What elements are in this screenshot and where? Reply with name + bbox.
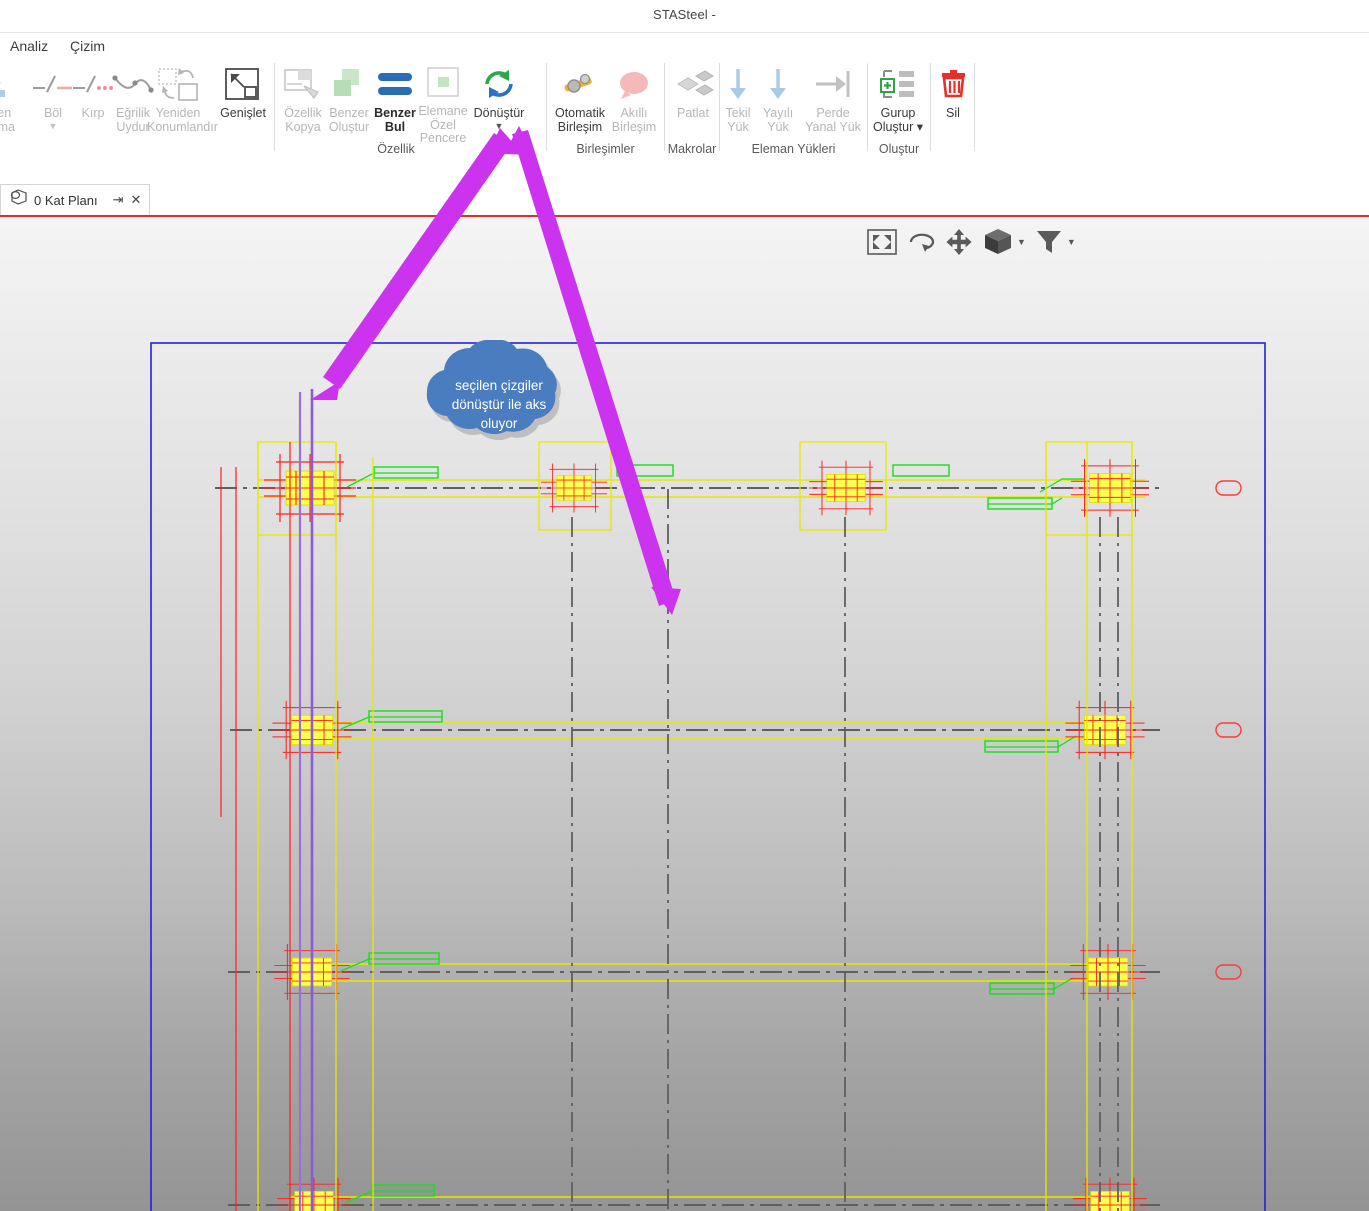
chevron-down-icon[interactable]: ▼	[49, 121, 58, 130]
property-copy-icon	[279, 63, 327, 105]
ribbon-button-label: Perde Yanal Yük	[805, 106, 861, 134]
ribbon-button-genislet[interactable]: Genişlet	[215, 61, 271, 139]
ribbon-button-donustur[interactable]: Dönüştür ▼	[471, 61, 527, 139]
ribbon-button-akilli-birlesim[interactable]: Akıllı Birleşim	[606, 61, 662, 139]
ribbon-group-ozellik: Özellik Özellik Kopya Benzer Oluştur Ben…	[275, 59, 547, 158]
ribbon: ksenalama Böl ▼	[0, 59, 1369, 159]
axis-align-icon	[0, 63, 22, 105]
ribbon-button-otomatik-birlesim[interactable]: Otomatik Birleşim	[552, 61, 608, 139]
ribbon-button-label: Elemane Özel Pencere	[418, 104, 468, 145]
axis-bubble[interactable]	[1215, 722, 1242, 738]
create-similar-icon	[325, 63, 373, 105]
axis-bubbles	[1215, 480, 1242, 980]
ribbon-group-label: Birleşimler	[576, 142, 635, 156]
structural-rows	[215, 441, 1160, 1211]
column-joint	[1072, 1177, 1148, 1211]
column-joint	[540, 463, 608, 513]
ribbon-button-elemane-ozel-pencere[interactable]: Elemane Özel Pencere	[415, 61, 471, 145]
ribbon-group-birlesimler: Birleşimler Otomatik Birleşim Akıllı Bir…	[547, 59, 665, 158]
ribbon-group-label: Oluştur	[878, 142, 920, 156]
axis-bubble[interactable]	[1215, 964, 1242, 980]
ribbon-button-perde-yanal-yuk[interactable]: Perde Yanal Yük	[805, 61, 861, 139]
ribbon-button-sil[interactable]: Sil	[925, 61, 981, 139]
title-bar: STASteel -	[0, 0, 1369, 33]
cloud-shape	[426, 339, 561, 441]
shearwall-lateral-load-icon	[809, 63, 857, 105]
create-group-icon	[874, 63, 922, 105]
ribbon-button-yayili-yuk[interactable]: Yayılı Yük	[750, 61, 806, 139]
ribbon-button-label: Yayılı Yük	[762, 106, 794, 134]
ribbon-button-label: Gurup Oluştur ▾	[872, 106, 924, 134]
ribbon-group-delete: Sil	[931, 59, 975, 158]
ribbon-group-eleman-yukleri: Eleman Yükleri Tekil Yük Yayılı Yük Perd…	[720, 59, 868, 158]
document-tab-strip: 0 Kat Planı ⇥ ✕	[0, 158, 1369, 216]
vertical-grid-lines	[220, 442, 1133, 1211]
application-window: STASteel - Analiz Çizim ksenalama	[0, 0, 1369, 1211]
distributed-load-icon	[754, 63, 802, 105]
ribbon-group-draw-tools: ksenalama Böl ▼	[0, 59, 275, 158]
column-joint	[276, 1177, 352, 1211]
axis-bubble[interactable]	[1215, 480, 1242, 496]
ribbon-button-yeniden-konumlandir[interactable]: Yeniden Konumlandır	[147, 61, 218, 139]
ribbon-button-label: Dönüştür	[473, 106, 525, 120]
drawing-viewport[interactable]: ▼ ▼	[0, 217, 1369, 1211]
column-joint	[1064, 700, 1146, 760]
find-similar-icon	[371, 63, 419, 105]
ribbon-button-label: Otomatik Birleşim	[554, 106, 605, 134]
document-tab-label: 0 Kat Planı	[34, 192, 98, 208]
ribbon-button-label: Sil	[946, 106, 960, 120]
ribbon-tab-analiz[interactable]: Analiz	[0, 35, 58, 57]
ribbon-group-label: Makrolar	[667, 142, 717, 156]
element-window-icon	[419, 63, 467, 103]
extend-icon	[219, 63, 267, 105]
structural-row	[230, 700, 1160, 760]
column-joint	[263, 453, 357, 523]
chevron-down-icon[interactable]: ▼	[495, 121, 504, 130]
structural-row	[228, 1177, 1160, 1211]
document-tab-0-kat-plani[interactable]: 0 Kat Planı ⇥ ✕	[0, 184, 151, 215]
structural-row	[215, 441, 1160, 536]
structural-row	[228, 943, 1160, 1001]
column-joint	[1069, 943, 1147, 1001]
ribbon-tab-cizim[interactable]: Çizim	[60, 35, 115, 57]
auto-connection-icon	[556, 63, 604, 105]
ribbon-group-label: Özellik	[377, 142, 415, 156]
delete-icon	[929, 63, 977, 105]
reposition-icon	[154, 63, 202, 105]
window-title: STASteel -	[653, 7, 716, 22]
ribbon-button-aksen-hizalama[interactable]: ksenalama	[0, 61, 26, 139]
ribbon-tab-strip: Analiz Çizim	[0, 33, 1369, 59]
pin-icon[interactable]: ⇥	[113, 192, 124, 208]
ribbon-group-label: Eleman Yükleri	[751, 142, 836, 156]
model-cube-icon	[9, 189, 28, 211]
ribbon-button-label: Genişlet	[220, 106, 266, 120]
cad-drawing-canvas[interactable]	[0, 217, 1369, 1211]
ribbon-button-label: Yeniden Konumlandır	[147, 106, 218, 134]
callout-cloud: seçilen çizgiler dönüştür ile aks oluyor	[404, 339, 594, 458]
column-joint	[808, 460, 884, 516]
convert-icon	[475, 63, 523, 105]
close-icon[interactable]: ✕	[131, 192, 142, 208]
ribbon-button-label: Akıllı Birleşim	[611, 106, 657, 134]
column-joint	[1070, 458, 1150, 518]
ribbon-button-gurup-olustur[interactable]: Gurup Oluştur ▾	[870, 61, 926, 139]
smart-connection-icon	[610, 63, 658, 105]
